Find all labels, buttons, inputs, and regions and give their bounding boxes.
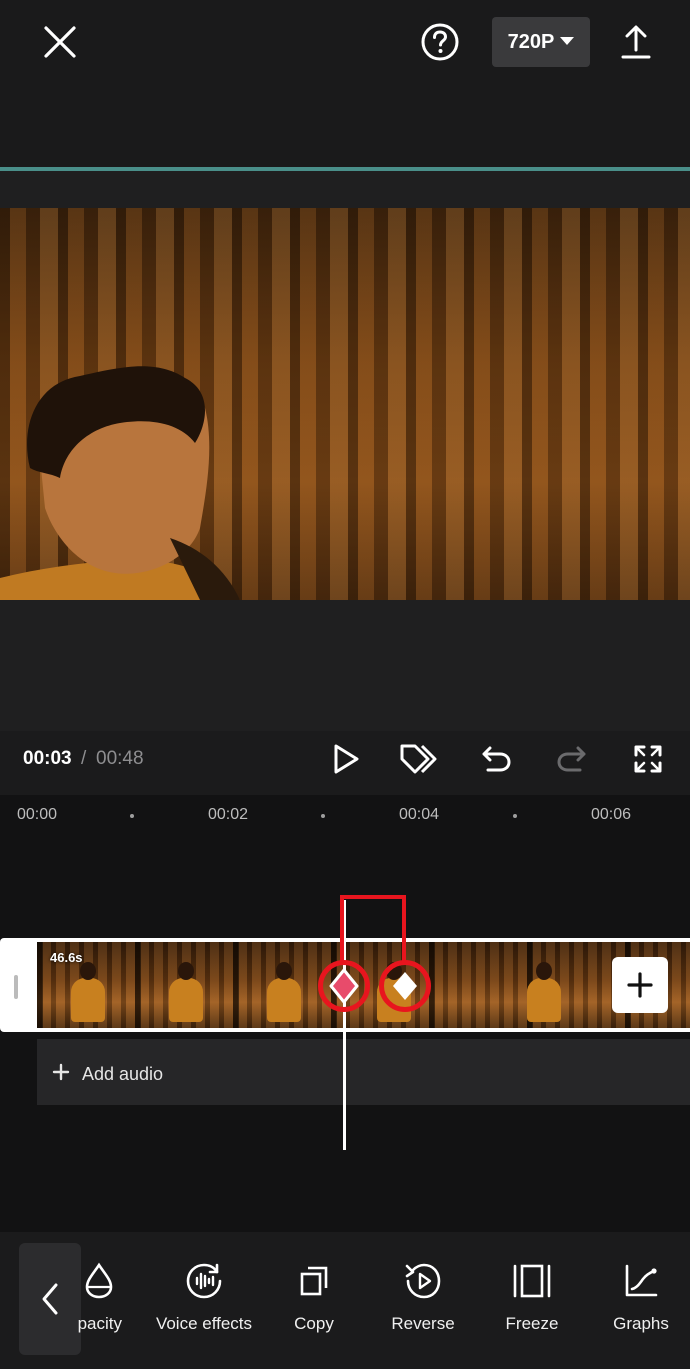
tool-copy[interactable]: Copy	[259, 1258, 369, 1348]
keyframe-diamond-icon	[329, 968, 359, 1004]
plus-icon	[627, 972, 653, 998]
ruler-tick	[513, 814, 517, 818]
clip-trim-handle[interactable]	[14, 975, 18, 999]
tool-label: Reverse	[391, 1314, 455, 1333]
ruler-tick	[321, 814, 325, 818]
copy-icon	[259, 1258, 369, 1304]
close-icon[interactable]	[38, 20, 82, 64]
tool-label: Copy	[294, 1314, 334, 1333]
play-icon[interactable]	[326, 739, 366, 779]
opacity-icon	[40, 1258, 150, 1304]
tool-voice-effects[interactable]: Voice effects	[149, 1258, 259, 1348]
tool-reverse[interactable]: Reverse	[368, 1258, 478, 1348]
tool-opacity[interactable]: pacity	[40, 1258, 150, 1348]
plus-icon	[52, 1063, 70, 1086]
help-icon[interactable]	[418, 20, 462, 64]
add-clip-button[interactable]	[612, 957, 668, 1013]
top-bar: 720P	[0, 0, 690, 170]
tool-label: Graphs	[613, 1314, 669, 1333]
tool-label: pacity	[77, 1314, 122, 1333]
keyframe-marker-active[interactable]	[318, 960, 370, 1012]
current-time: 00:03	[23, 748, 72, 769]
keyframe-marker[interactable]	[379, 960, 431, 1012]
ruler-tick	[130, 814, 134, 818]
undo-icon[interactable]	[476, 739, 516, 779]
resolution-label: 720P	[507, 30, 555, 53]
voice-effects-icon	[149, 1258, 259, 1304]
graphs-icon	[586, 1258, 690, 1304]
reverse-icon	[368, 1258, 478, 1304]
fullscreen-icon[interactable]	[628, 739, 668, 779]
tool-graphs[interactable]: Graphs	[586, 1258, 690, 1348]
keyframe-add-icon[interactable]	[396, 737, 442, 781]
keyframe-diamond-icon	[393, 972, 417, 1000]
add-audio-label[interactable]: Add audio	[82, 1064, 163, 1085]
tool-freeze[interactable]: Freeze	[477, 1258, 587, 1348]
ruler-label: 00:04	[399, 806, 440, 823]
playback-controls: 00:03 / 00:48	[0, 731, 690, 795]
annotation-bracket	[340, 895, 406, 965]
resolution-dropdown[interactable]: 720P	[492, 17, 590, 67]
tool-label: Freeze	[505, 1314, 559, 1333]
caret-down-icon	[560, 37, 575, 45]
ruler-label: 00:06	[591, 806, 632, 823]
ruler-label: 00:02	[208, 806, 249, 823]
total-time: 00:48	[96, 748, 144, 769]
export-icon[interactable]	[614, 20, 658, 64]
video-preview[interactable]	[0, 208, 690, 600]
freeze-icon	[477, 1258, 587, 1304]
clip-duration: 46.6s	[50, 950, 83, 965]
time-separator: /	[81, 748, 87, 769]
ruler-label: 00:00	[17, 806, 58, 823]
redo-icon[interactable]	[552, 739, 592, 779]
tool-label: Voice effects	[155, 1314, 253, 1333]
